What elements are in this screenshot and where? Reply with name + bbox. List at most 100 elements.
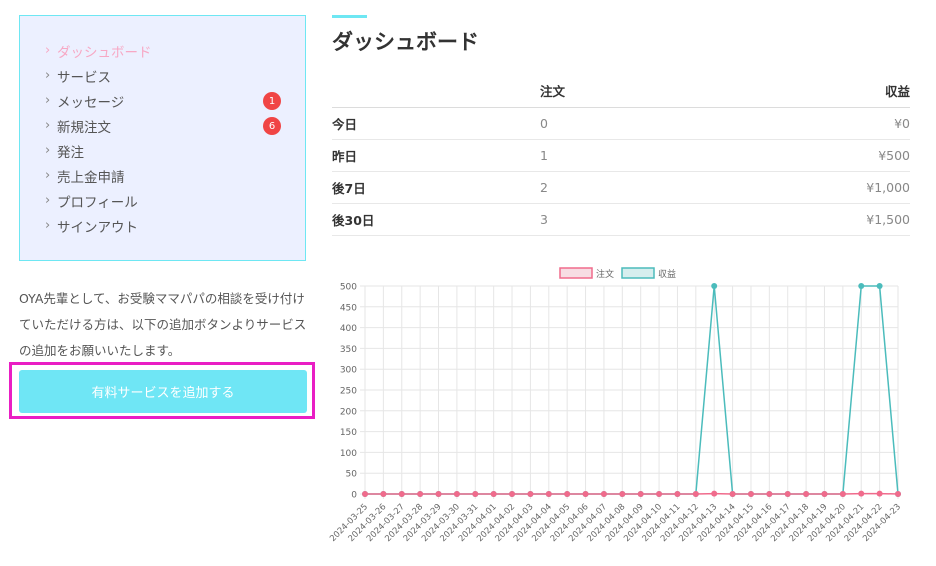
data-point: [380, 491, 387, 497]
row-period-label: 今日: [332, 107, 540, 140]
y-tick-label: 450: [340, 303, 357, 313]
sidebar-item-messages[interactable]: › メッセージ 1: [45, 88, 281, 113]
legend-label: 注文: [596, 268, 614, 280]
y-tick-label: 400: [340, 324, 357, 334]
y-tick-label: 300: [340, 366, 357, 376]
data-point: [858, 490, 865, 497]
data-point: [803, 491, 810, 497]
table-header-row: 注文 収益: [332, 74, 910, 108]
row-orders-value: 0: [540, 107, 675, 140]
sidebar-item-profile[interactable]: › プロフィール: [45, 188, 281, 213]
data-point: [711, 283, 718, 289]
sidebar-item-label: 新規注文: [57, 119, 111, 136]
row-orders-value: 2: [540, 171, 675, 204]
data-point: [895, 491, 901, 497]
chevron-right-icon: ›: [45, 218, 51, 233]
data-point: [876, 283, 883, 289]
sidebar-item-services[interactable]: › サービス: [45, 63, 281, 88]
sidebar-item-label: サインアウト: [57, 219, 138, 236]
chevron-right-icon: ›: [45, 143, 51, 158]
sidebar-item-label: 売上金申請: [57, 169, 125, 186]
column-header-period: [332, 74, 540, 108]
data-point: [564, 491, 571, 497]
chevron-right-icon: ›: [45, 193, 51, 208]
row-revenue-value: ¥1,000: [674, 171, 910, 204]
data-point: [398, 491, 405, 497]
table-row: 今日 0 ¥0: [332, 107, 910, 140]
data-point: [509, 491, 516, 497]
row-period-label: 後30日: [332, 203, 540, 236]
sidebar-item-label: メッセージ: [57, 94, 125, 111]
row-revenue-value: ¥0: [674, 107, 910, 140]
data-point: [417, 491, 424, 497]
data-point: [453, 491, 460, 497]
y-tick-label: 150: [340, 428, 357, 438]
data-point: [692, 491, 699, 497]
sidebar-menu: › ダッシュボード › サービス › メッセージ 1 › 新規注文 6 › 発注…: [45, 38, 281, 238]
sidebar-item-label: プロフィール: [57, 194, 138, 211]
sidebar-item-sign-out[interactable]: › サインアウト: [45, 213, 281, 238]
column-header-orders: 注文: [540, 74, 675, 108]
row-revenue-value: ¥1,500: [674, 203, 910, 236]
chevron-right-icon: ›: [45, 68, 51, 83]
table-row: 後30日 3 ¥1,500: [332, 203, 910, 236]
chevron-right-icon: ›: [45, 168, 51, 183]
data-point: [600, 491, 607, 497]
data-point: [858, 283, 865, 289]
data-point: [527, 491, 534, 497]
y-tick-label: 100: [340, 449, 357, 459]
table-row: 昨日 1 ¥500: [332, 139, 910, 172]
add-paid-service-button[interactable]: 有料サービスを追加する: [19, 370, 307, 413]
data-point: [619, 491, 626, 497]
service-intro-text: OYA先輩として、お受験ママパパの相談を受け付けていただける方は、以下の追加ボタ…: [19, 291, 307, 358]
y-tick-label: 0: [351, 491, 357, 501]
data-point: [729, 491, 736, 497]
data-point: [656, 491, 663, 497]
legend-swatch: [621, 267, 655, 279]
data-point: [784, 491, 791, 497]
row-orders-value: 3: [540, 203, 675, 236]
data-point: [582, 491, 589, 497]
y-tick-label: 50: [346, 470, 358, 480]
row-revenue-value: ¥500: [674, 139, 910, 172]
y-tick-label: 250: [340, 387, 357, 397]
sidebar-menu-panel: › ダッシュボード › サービス › メッセージ 1 › 新規注文 6 › 発注…: [19, 15, 306, 261]
title-accent-bar: [332, 15, 367, 18]
data-point: [876, 490, 883, 497]
chevron-right-icon: ›: [45, 118, 51, 133]
legend-label: 収益: [658, 268, 676, 280]
sidebar-item-new-orders[interactable]: › 新規注文 6: [45, 113, 281, 138]
data-point: [674, 491, 681, 497]
chevron-right-icon: ›: [45, 93, 51, 108]
column-header-revenue: 収益: [674, 74, 910, 108]
stats-table: 注文 収益 今日 0 ¥0 昨日 1 ¥500 後7日 2 ¥1,000 後30…: [332, 74, 910, 236]
sidebar-item-label: ダッシュボード: [57, 44, 152, 61]
data-point: [839, 491, 846, 497]
legend-swatch: [559, 267, 593, 279]
data-point: [821, 491, 828, 497]
sidebar-item-payout-request[interactable]: › 売上金申請: [45, 163, 281, 188]
orders-revenue-line-chart: 0501001502002503003504004505002024-03-25…: [328, 267, 903, 544]
data-point: [747, 491, 754, 497]
chevron-right-icon: ›: [45, 43, 51, 58]
sidebar-item-label: サービス: [57, 69, 111, 86]
data-point: [472, 491, 479, 497]
sidebar-item-label: 発注: [57, 144, 84, 161]
table-row: 後7日 2 ¥1,000: [332, 171, 910, 204]
row-orders-value: 1: [540, 139, 675, 172]
data-point: [637, 491, 644, 497]
data-point: [545, 491, 552, 497]
data-point: [362, 491, 368, 497]
y-tick-label: 500: [340, 283, 357, 293]
data-point: [766, 491, 773, 497]
sidebar-item-dashboard[interactable]: › ダッシュボード: [45, 38, 281, 63]
data-point: [435, 491, 442, 497]
sidebar-item-purchase-orders[interactable]: › 発注: [45, 138, 281, 163]
data-point: [490, 491, 497, 497]
y-tick-label: 350: [340, 345, 357, 355]
row-period-label: 昨日: [332, 139, 540, 172]
notification-badge: 1: [263, 92, 281, 110]
data-point: [711, 490, 718, 497]
notification-badge: 6: [263, 117, 281, 135]
row-period-label: 後7日: [332, 171, 540, 204]
